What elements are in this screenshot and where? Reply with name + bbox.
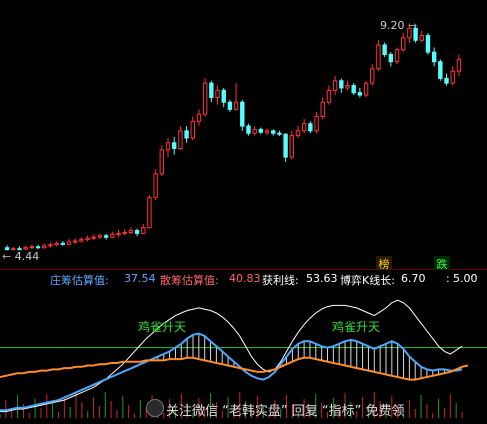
candle-body <box>190 120 195 139</box>
annotation-1: 鸡雀升天 <box>138 320 187 334</box>
candle-body <box>326 89 332 103</box>
candle-body <box>215 89 220 98</box>
legend-san-value: 40.83 <box>229 272 261 285</box>
candle-body <box>233 101 239 110</box>
stock-chart-canvas <box>0 23 487 418</box>
candle-body <box>221 89 226 103</box>
annotation-2: 鸡雀升天 <box>332 320 381 334</box>
candle-body <box>301 123 307 132</box>
candle-body <box>60 242 65 245</box>
candle-body <box>227 101 233 110</box>
candle-body <box>35 246 41 249</box>
candle-body <box>345 85 350 89</box>
candle-body <box>134 230 140 234</box>
legend-zhuang-label: 庄筹估算值: <box>50 274 109 287</box>
candle-body <box>184 130 189 139</box>
candle-body <box>394 49 400 63</box>
candle-body <box>456 58 462 72</box>
candle-body <box>165 142 171 151</box>
candle-body <box>209 82 214 98</box>
candle-body <box>314 116 319 132</box>
candle-body <box>431 51 437 63</box>
candle-body <box>438 61 443 79</box>
candle-body <box>147 197 152 229</box>
candle-body <box>48 244 53 247</box>
candle-body <box>258 128 264 133</box>
candle-body <box>450 70 455 84</box>
legend-extra-label: : <box>446 272 450 285</box>
candle-body <box>79 239 84 242</box>
candle-body <box>29 246 35 249</box>
price-panel <box>4 23 462 251</box>
candle-body <box>54 242 59 246</box>
candle-body <box>264 130 270 133</box>
candle-body <box>196 113 202 122</box>
indicator-legend: 庄筹估算值: 37.54 散筹估算值: 40.83 获利线: 53.63 博弈K… <box>0 271 487 287</box>
candle-body <box>271 130 276 134</box>
candle-body <box>357 92 363 96</box>
candle-body <box>42 245 47 249</box>
legend-boyi-label: 博弈K线长: <box>340 274 395 287</box>
candle-body <box>444 77 449 84</box>
candle-body <box>128 230 134 233</box>
legend-zhuang-value: 37.54 <box>124 272 156 285</box>
candle-body <box>382 44 387 56</box>
candle-body <box>277 132 282 135</box>
candle-body <box>202 82 208 115</box>
candle-body <box>153 173 158 199</box>
candle-body <box>141 227 146 234</box>
candle-body <box>103 235 109 238</box>
candle-body <box>23 247 28 250</box>
legend-extra-value: 5.00 <box>453 272 478 285</box>
candle-body <box>159 149 165 175</box>
series-line <box>0 332 463 412</box>
candle-body <box>351 85 356 94</box>
candle-body <box>246 125 251 134</box>
candle-body <box>85 237 90 241</box>
legend-boyi-value: 6.70 <box>401 272 426 285</box>
badge-die: 跌 <box>434 256 450 271</box>
legend-san-label: 散筹估算值: <box>160 274 219 287</box>
candle-body <box>376 44 381 70</box>
candle-body <box>122 231 127 234</box>
candle-body <box>289 135 294 158</box>
candle-body <box>66 241 72 245</box>
legend-huoli-label: 获利线: <box>262 274 299 287</box>
candle-body <box>240 101 245 127</box>
candle-body <box>252 128 257 134</box>
wechat-icon <box>146 399 164 417</box>
candle-body <box>388 54 394 63</box>
candle-body <box>116 232 121 235</box>
candle-body <box>370 68 375 84</box>
watermark-text: 关注微信 “老韩实盘” 回复 “指标” 免费领 <box>166 404 405 419</box>
candle-body <box>332 80 338 91</box>
candle-body <box>320 101 325 118</box>
candle-body <box>419 34 424 41</box>
candle-body <box>339 80 344 89</box>
candle-body <box>97 235 103 238</box>
candle-body <box>283 133 288 158</box>
legend-huoli-value: 53.63 <box>306 272 338 285</box>
candle-body <box>401 37 406 51</box>
candle-body <box>91 236 96 239</box>
candle-body <box>308 123 313 132</box>
candle-body <box>110 233 115 238</box>
candle-body <box>172 142 177 149</box>
candle-body <box>295 130 301 137</box>
candle-body <box>178 130 183 149</box>
badge-bang: 榜 <box>376 256 392 271</box>
candle-body <box>72 240 78 243</box>
high-price-marker: 9.20 → <box>380 19 418 32</box>
candle-body <box>425 34 431 53</box>
candle-body <box>363 82 369 96</box>
low-price-marker: ← 4.44 <box>2 250 40 263</box>
